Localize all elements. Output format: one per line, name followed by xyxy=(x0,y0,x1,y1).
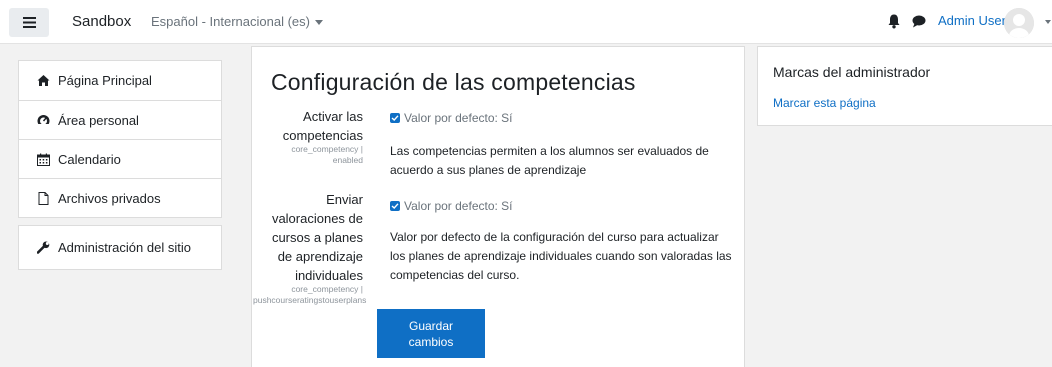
user-menu-caret-icon[interactable] xyxy=(1045,20,1051,24)
setting-label-enabled: Activar las competencias xyxy=(282,109,363,143)
user-avatar-icon xyxy=(1004,8,1034,38)
messages-icon[interactable] xyxy=(912,15,926,28)
setting-name-pushcourseratings: core_competency | pushcourseratingstouse… xyxy=(253,284,367,305)
default-value-label: Valor por defecto: Sí xyxy=(404,199,513,213)
home-icon xyxy=(36,74,50,88)
nav-item-label: Área personal xyxy=(58,112,139,128)
page-title: Configuración de las competencias xyxy=(271,69,636,95)
nav-item-site-administration[interactable]: Administración del sitio xyxy=(19,226,221,269)
setting-label-pushcourseratings: Enviar valoraciones de cursos a planes d… xyxy=(271,192,363,283)
checkbox-checked-icon[interactable] xyxy=(390,201,400,211)
wrench-icon xyxy=(36,241,50,255)
language-menu[interactable]: Español - Internacional (es) xyxy=(151,14,323,29)
admin-nav-group: Administración del sitio xyxy=(18,225,222,270)
nav-item-calendar[interactable]: Calendario xyxy=(19,139,221,178)
avatar[interactable] xyxy=(1004,8,1034,38)
setting-default-pushcourseratings[interactable]: Valor por defecto: Sí xyxy=(390,199,513,213)
nav-item-private-files[interactable]: Archivos privados xyxy=(19,178,221,217)
hamburger-icon xyxy=(22,17,36,28)
language-label: Español - Internacional (es) xyxy=(151,14,310,29)
main-nav-group: Página Principal Área personal Calendari… xyxy=(18,60,222,218)
file-icon xyxy=(36,191,50,205)
dashboard-icon xyxy=(36,113,50,127)
main-region: Configuración de las competencias Activa… xyxy=(251,46,745,367)
navigation-drawer: Página Principal Área personal Calendari… xyxy=(18,60,222,270)
admin-bookmarks-block: Marcas del administrador Marcar esta pág… xyxy=(757,46,1052,126)
save-changes-button[interactable]: Guardar cambios xyxy=(377,309,485,358)
nav-item-label: Administración del sitio xyxy=(58,240,191,255)
block-title: Marcas del administrador xyxy=(773,64,931,80)
nav-item-label: Calendario xyxy=(58,151,121,167)
bell-icon[interactable] xyxy=(887,14,901,29)
bookmark-page-link[interactable]: Marcar esta página xyxy=(773,96,876,110)
nav-item-home[interactable]: Página Principal xyxy=(19,61,221,100)
site-name[interactable]: Sandbox xyxy=(72,13,131,30)
nav-item-dashboard[interactable]: Área personal xyxy=(19,100,221,139)
nav-item-label: Archivos privados xyxy=(58,190,161,206)
setting-description-enabled: Las competencias permiten a los alumnos … xyxy=(390,144,709,177)
checkbox-checked-icon[interactable] xyxy=(390,113,400,123)
menu-toggle-button[interactable] xyxy=(9,8,49,37)
default-value-label: Valor por defecto: Sí xyxy=(404,111,513,125)
calendar-icon xyxy=(36,152,50,166)
caret-down-icon xyxy=(314,20,323,25)
setting-name-enabled: core_competency | enabled xyxy=(291,144,363,165)
setting-description-pushcourseratings: Valor por defecto de la configuración de… xyxy=(390,230,732,282)
setting-default-enabled[interactable]: Valor por defecto: Sí xyxy=(390,111,513,125)
user-name[interactable]: Admin User xyxy=(938,13,1006,28)
top-navbar: Sandbox Español - Internacional (es) Adm… xyxy=(0,0,1052,44)
nav-item-label: Página Principal xyxy=(58,73,152,88)
